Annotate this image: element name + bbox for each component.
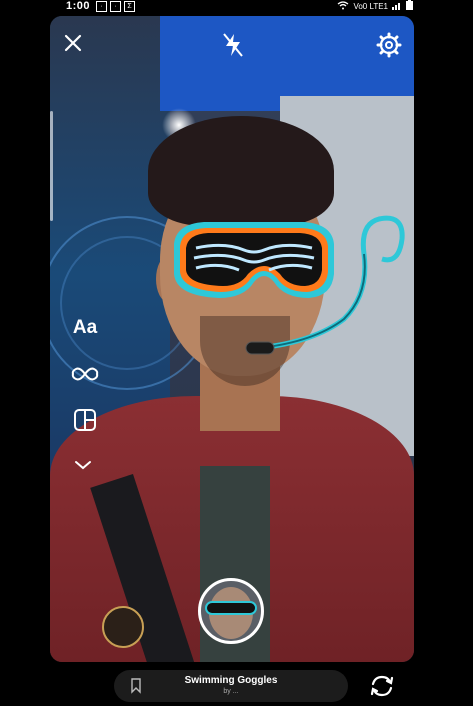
gear-icon <box>376 32 402 58</box>
close-icon <box>64 34 82 52</box>
notification-icons: · · Σ <box>96 1 135 12</box>
wifi-icon <box>337 0 349 12</box>
notification-icon: · <box>96 1 107 12</box>
close-button[interactable] <box>60 30 86 56</box>
more-tools-button[interactable] <box>72 458 94 472</box>
effect-thumbnail-goggles <box>205 601 257 615</box>
layout-icon <box>74 409 96 431</box>
text-tool-button[interactable]: Aa <box>68 311 102 345</box>
effect-author: by ... <box>223 688 239 695</box>
notification-icon: Σ <box>124 1 135 12</box>
creative-tools: Aa <box>68 311 102 449</box>
infinity-icon <box>71 367 99 381</box>
jacket-patch <box>102 606 144 648</box>
flash-off-icon <box>223 33 243 57</box>
hair <box>148 116 334 226</box>
battery-icon <box>406 0 413 12</box>
goggles-effect <box>174 215 405 355</box>
settings-button[interactable] <box>374 30 404 60</box>
status-time: 1:00 <box>66 0 91 12</box>
bottom-bar: Swimming Goggles by ... <box>0 662 473 706</box>
boomerang-button[interactable] <box>68 357 102 391</box>
network-label: Vo0 LTE1 <box>353 1 388 11</box>
zoom-indicator <box>50 111 53 221</box>
status-right: Vo0 LTE1 <box>337 0 413 12</box>
camera-preview[interactable]: Aa <box>50 16 414 662</box>
layout-button[interactable] <box>68 403 102 437</box>
notification-icon: · <box>110 1 121 12</box>
effect-name: Swimming Goggles <box>184 675 278 686</box>
chevron-down-icon <box>75 461 91 470</box>
signal-icon <box>392 1 402 12</box>
effect-info-pill[interactable]: Swimming Goggles by ... <box>114 670 348 702</box>
flip-camera-icon <box>370 675 394 697</box>
capture-button[interactable] <box>198 578 264 644</box>
status-bar: 1:00 · · Σ Vo0 LTE1 <box>0 0 473 14</box>
flash-button[interactable] <box>220 30 246 60</box>
flip-camera-button[interactable] <box>368 672 396 700</box>
